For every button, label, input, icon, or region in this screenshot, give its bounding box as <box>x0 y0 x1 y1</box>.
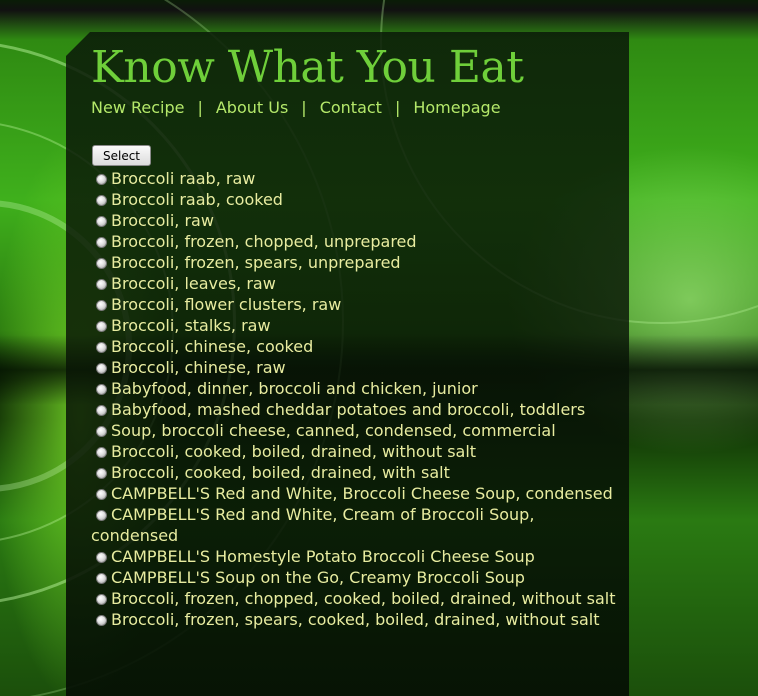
food-radio[interactable] <box>96 300 107 311</box>
food-label: Broccoli, cooked, boiled, drained, with … <box>111 463 450 482</box>
food-radio[interactable] <box>96 573 107 584</box>
food-radio[interactable] <box>96 615 107 626</box>
food-label: Broccoli raab, cooked <box>111 190 283 209</box>
food-label: Broccoli, frozen, spears, cooked, boiled… <box>111 610 600 629</box>
nav-separator: | <box>301 98 307 117</box>
food-label: Broccoli, stalks, raw <box>111 316 271 335</box>
food-list-item: Broccoli, leaves, raw <box>91 273 621 294</box>
food-radio[interactable] <box>96 363 107 374</box>
food-list-item: Broccoli, stalks, raw <box>91 315 621 336</box>
food-radio[interactable] <box>96 552 107 563</box>
food-radio[interactable] <box>96 237 107 248</box>
food-label: CAMPBELL'S Red and White, Cream of Brocc… <box>91 505 535 545</box>
food-label: Babyfood, mashed cheddar potatoes and br… <box>111 400 586 419</box>
food-list-item: Babyfood, dinner, broccoli and chicken, … <box>91 378 621 399</box>
food-label: CAMPBELL'S Red and White, Broccoli Chees… <box>111 484 613 503</box>
food-label: Broccoli, chinese, raw <box>111 358 286 377</box>
food-list-item: CAMPBELL'S Soup on the Go, Creamy Brocco… <box>91 567 621 588</box>
food-list-item: Broccoli, flower clusters, raw <box>91 294 621 315</box>
food-radio[interactable] <box>96 594 107 605</box>
food-list-item: Broccoli, frozen, spears, unprepared <box>91 252 621 273</box>
food-label: CAMPBELL'S Soup on the Go, Creamy Brocco… <box>111 568 525 587</box>
nav-separator: | <box>394 98 401 117</box>
food-radio[interactable] <box>96 258 107 269</box>
food-radio[interactable] <box>96 384 107 395</box>
food-list-item: Broccoli, chinese, cooked <box>91 336 621 357</box>
food-list-item: CAMPBELL'S Homestyle Potato Broccoli Che… <box>91 546 621 567</box>
food-list-item: Babyfood, mashed cheddar potatoes and br… <box>91 399 621 420</box>
food-label: Broccoli, chinese, cooked <box>111 337 314 356</box>
food-radio[interactable] <box>96 510 107 521</box>
food-radio[interactable] <box>96 216 107 227</box>
food-list-item: Broccoli, cooked, boiled, drained, witho… <box>91 441 621 462</box>
food-list-item: Broccoli, frozen, chopped, unprepared <box>91 231 621 252</box>
food-list-item: Broccoli raab, cooked <box>91 189 621 210</box>
food-radio[interactable] <box>96 447 107 458</box>
food-list-item: Broccoli raab, raw <box>91 168 621 189</box>
food-label: Broccoli, leaves, raw <box>111 274 276 293</box>
nav-link-homepage[interactable]: Homepage <box>413 98 500 117</box>
nav-link-contact[interactable]: Contact <box>320 98 382 117</box>
food-list: Broccoli raab, raw Broccoli raab, cooked… <box>91 168 621 630</box>
food-label: Broccoli, cooked, boiled, drained, witho… <box>111 442 477 461</box>
nav-separator: | <box>197 98 203 117</box>
food-radio[interactable] <box>96 405 107 416</box>
food-label: Soup, broccoli cheese, canned, condensed… <box>111 421 556 440</box>
food-label: Broccoli, frozen, chopped, unprepared <box>111 232 417 251</box>
food-label: Babyfood, dinner, broccoli and chicken, … <box>111 379 478 398</box>
food-list-item: Broccoli, chinese, raw <box>91 357 621 378</box>
food-list-item: Broccoli, raw <box>91 210 621 231</box>
main-nav: New Recipe | About Us | Contact | Homepage <box>91 98 501 117</box>
food-radio[interactable] <box>96 195 107 206</box>
food-label: CAMPBELL'S Homestyle Potato Broccoli Che… <box>111 547 535 566</box>
food-radio[interactable] <box>96 468 107 479</box>
food-list-item: Broccoli, cooked, boiled, drained, with … <box>91 462 621 483</box>
food-radio[interactable] <box>96 321 107 332</box>
food-label: Broccoli raab, raw <box>111 169 256 188</box>
food-label: Broccoli, frozen, spears, unprepared <box>111 253 401 272</box>
food-radio[interactable] <box>96 342 107 353</box>
food-list-item: Broccoli, frozen, spears, cooked, boiled… <box>91 609 621 630</box>
site-title: Know What You Eat <box>91 42 524 93</box>
nav-link-new-recipe[interactable]: New Recipe <box>91 98 184 117</box>
nav-link-about-us[interactable]: About Us <box>216 98 288 117</box>
select-button[interactable]: Select <box>92 145 151 166</box>
food-label: Broccoli, flower clusters, raw <box>111 295 342 314</box>
food-list-item: CAMPBELL'S Red and White, Cream of Brocc… <box>91 504 621 546</box>
food-label: Broccoli, raw <box>111 211 214 230</box>
food-list-item: Broccoli, frozen, chopped, cooked, boile… <box>91 588 621 609</box>
food-list-item: CAMPBELL'S Red and White, Broccoli Chees… <box>91 483 621 504</box>
food-radio[interactable] <box>96 279 107 290</box>
food-label: Broccoli, frozen, chopped, cooked, boile… <box>111 589 616 608</box>
food-radio[interactable] <box>96 174 107 185</box>
food-radio[interactable] <box>96 489 107 500</box>
food-radio[interactable] <box>96 426 107 437</box>
food-list-item: Soup, broccoli cheese, canned, condensed… <box>91 420 621 441</box>
